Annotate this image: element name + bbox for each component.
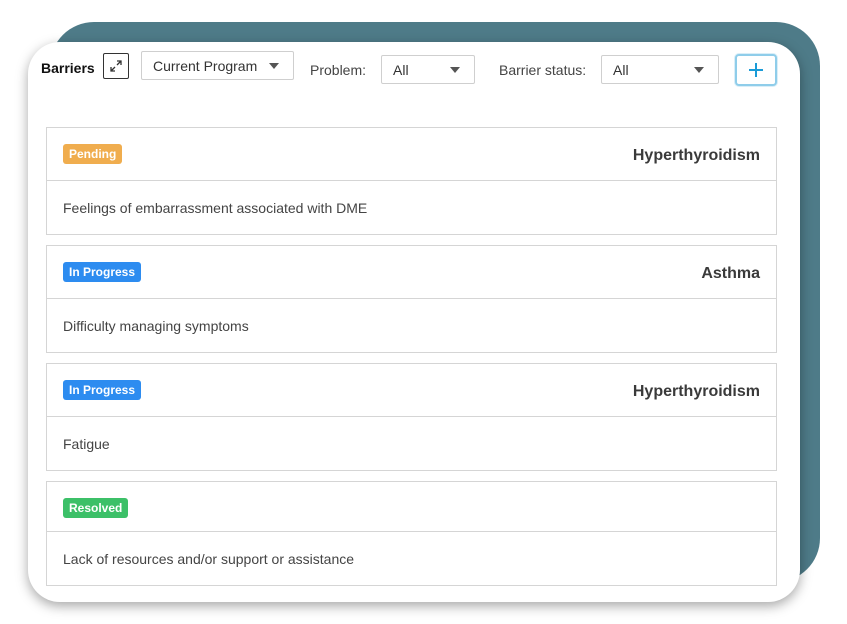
problem-select[interactable]: All [381, 55, 475, 84]
status-badge: Resolved [63, 498, 129, 518]
barrier-description: Feelings of embarrassment associated wit… [63, 199, 368, 216]
barrier-header: In Progress Hyperthyroidism [47, 364, 776, 417]
barrier-header: In Progress Asthma [47, 246, 776, 299]
add-barrier-button[interactable] [735, 54, 777, 86]
status-badge: Pending [63, 144, 123, 164]
chevron-down-icon [450, 67, 460, 73]
status-badge: In Progress [63, 380, 142, 400]
chevron-down-icon [694, 67, 704, 73]
toolbar: Barriers Current Program Problem: All Ba… [28, 42, 800, 112]
program-select-value: Current Program [153, 57, 258, 74]
barrier-item[interactable]: In Progress Hyperthyroidism Fatigue [46, 363, 777, 471]
problem-label: Problem: [310, 62, 367, 78]
barrier-description: Difficulty managing symptoms [63, 317, 249, 334]
barrier-status-select-value: All [613, 61, 629, 78]
expand-button[interactable] [103, 53, 129, 79]
barrier-problem: Asthma [701, 265, 760, 282]
barrier-list: Pending Hyperthyroidism Feelings of emba… [46, 127, 777, 596]
plus-icon [749, 63, 763, 77]
status-badge: In Progress [63, 262, 142, 282]
barrier-item[interactable]: In Progress Asthma Difficulty managing s… [46, 245, 777, 353]
barrier-description: Lack of resources and/or support or assi… [63, 550, 355, 567]
barrier-status-label: Barrier status: [499, 62, 587, 78]
page-title: Barriers [41, 60, 95, 76]
barrier-problem: Hyperthyroidism [632, 147, 760, 164]
barrier-problem: Hyperthyroidism [632, 383, 760, 400]
chevron-down-icon [269, 63, 279, 69]
barrier-item[interactable]: Pending Hyperthyroidism Feelings of emba… [46, 127, 777, 235]
barrier-header: Pending Hyperthyroidism [47, 128, 776, 181]
barrier-description: Fatigue [63, 435, 110, 452]
barriers-card: Barriers Current Program Problem: All Ba… [28, 42, 800, 602]
program-select[interactable]: Current Program [141, 51, 294, 80]
barrier-header: Resolved [47, 482, 776, 532]
problem-select-value: All [393, 61, 409, 78]
barrier-status-select[interactable]: All [601, 55, 719, 84]
barrier-item[interactable]: Resolved Lack of resources and/or suppor… [46, 481, 777, 586]
expand-icon [110, 60, 122, 72]
stage: Barriers Current Program Problem: All Ba… [0, 0, 847, 624]
